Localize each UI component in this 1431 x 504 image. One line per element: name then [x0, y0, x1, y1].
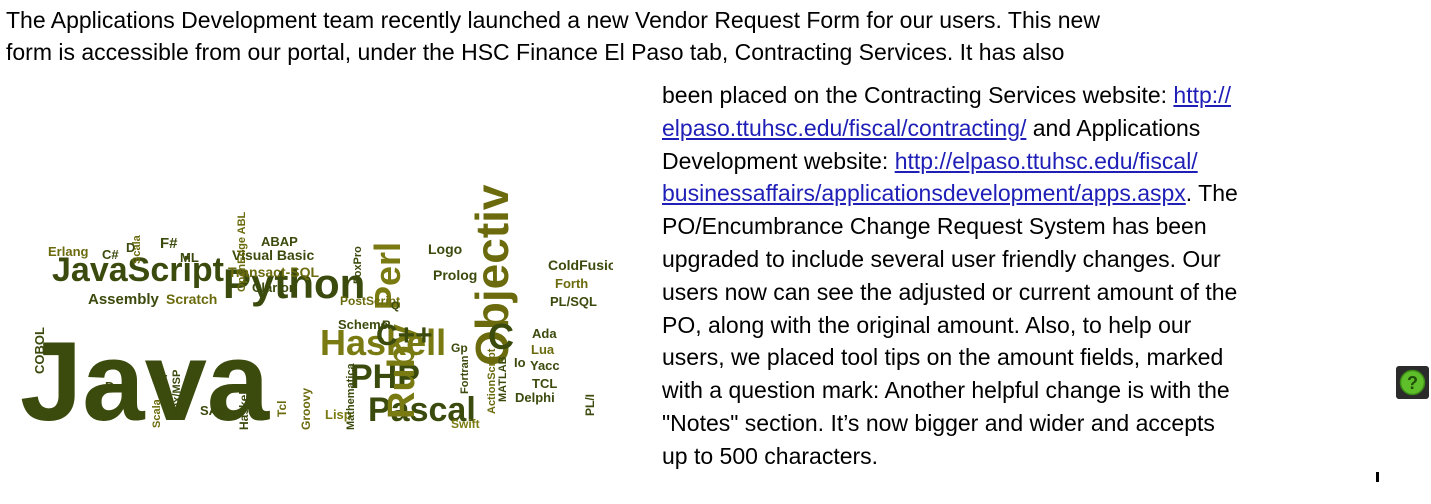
cloud-word-53: Groovy [299, 388, 313, 430]
question-mark-help-icon: ? [1396, 366, 1429, 399]
cloud-word-19: Scala [131, 234, 143, 264]
body-line-1: been placed on the Contracting Services … [662, 82, 1231, 108]
cloud-word-23: Clarion [252, 280, 297, 295]
apps-dev-link-part-1[interactable]: http://elpaso.ttuhsc.edu/fiscal/ [895, 148, 1198, 174]
body-line-10: with a question mark: Another helpful ch… [662, 377, 1230, 404]
cloud-word-30: PL/SQL [550, 294, 597, 309]
cloud-word-0: Java [20, 319, 270, 434]
cloud-word-40: Lua [531, 342, 555, 357]
cloud-word-41: Io [514, 355, 526, 370]
intro-paragraph: The Applications Development team recent… [6, 4, 1426, 68]
cloud-word-24: OpenEdge ABL [236, 211, 248, 292]
cloud-word-52: Tcl [275, 401, 289, 417]
body-line-5: PO/Encumbrance Change Request System has… [662, 213, 1207, 240]
cloud-word-51: Haskell [237, 388, 251, 430]
cloud-word-32: Scheme [338, 317, 388, 332]
cloud-word-38: MATLAB [497, 356, 509, 402]
apps-dev-link-part-2[interactable]: businessaffairs/applicationsdevelopment/… [662, 180, 1186, 206]
cloud-word-14: Erlang [48, 244, 89, 259]
cloud-word-35: Gp [451, 341, 468, 355]
intro-line-2: form is accessible from our portal, unde… [6, 39, 1065, 65]
cloud-word-48: Max/MSP [171, 370, 183, 418]
body-line-3: Development website: http://elpaso.ttuhs… [662, 147, 1198, 174]
help-icon-glyph: ? [1407, 373, 1418, 393]
cloud-word-29: Forth [555, 276, 588, 291]
cloud-word-44: Delphi [515, 390, 555, 405]
cloud-word-11: Assembly [88, 291, 160, 308]
cloud-word-49: SAS [200, 403, 227, 418]
body-line-7: users now can see the adjusted or curren… [662, 278, 1238, 305]
body-line-12: up to 500 characters. [662, 442, 879, 469]
cloud-word-46: Dart [105, 379, 132, 394]
intro-line-1: The Applications Development team recent… [6, 7, 1100, 33]
cloud-word-13: COBOL [32, 327, 47, 374]
cloud-word-43: TCL [532, 376, 557, 391]
cloud-word-15: C# [102, 247, 119, 262]
cloud-word-50: Scala [151, 398, 163, 428]
cloud-word-36: Fortran [459, 355, 471, 394]
cloud-word-26: Logo [428, 241, 462, 257]
cloud-word-45: PL/I [583, 394, 597, 416]
cloud-word-28: ColdFusion [548, 257, 613, 273]
stray-mark [1376, 472, 1379, 482]
cloud-word-42: Yacc [530, 358, 560, 373]
cloud-word-56: Swift [451, 417, 480, 431]
cloud-word-47: cT [152, 372, 167, 387]
cloud-word-27: Prolog [433, 267, 477, 283]
cloud-word-34: Q [391, 300, 400, 312]
programming-languages-word-cloud: Java JavaScript Python Objective-C Haskell PH… [18, 184, 613, 434]
contracting-link-part-1[interactable]: http:// [1173, 82, 1231, 108]
body-line-9: users, we placed tool tips on the amount… [662, 344, 1224, 371]
cloud-word-39: Ada [532, 326, 557, 341]
body-line-8: PO, along with the original amount. Also… [662, 311, 1192, 338]
contracting-link-part-2[interactable]: elpaso.ttuhsc.edu/fiscal/contracting/ [662, 115, 1026, 141]
body-line-4: businessaffairs/applicationsdevelopment/… [662, 180, 1238, 207]
body-paragraph: been placed on the Contracting Services … [662, 79, 1362, 473]
body-line-6: upgraded to include several user friendl… [662, 245, 1221, 272]
cloud-word-33: R [382, 318, 391, 332]
cloud-word-25: FoxPro [352, 246, 364, 284]
body-line-11: "Notes" section. It’s now bigger and wid… [662, 409, 1215, 436]
body-line-2: elpaso.ttuhsc.edu/fiscal/contracting/ an… [662, 114, 1201, 141]
cloud-word-12: Scratch [166, 291, 217, 307]
cloud-word-17: F# [160, 235, 178, 252]
cloud-word-18: ML [180, 250, 199, 265]
cloud-word-55: Mathematica [345, 362, 357, 430]
